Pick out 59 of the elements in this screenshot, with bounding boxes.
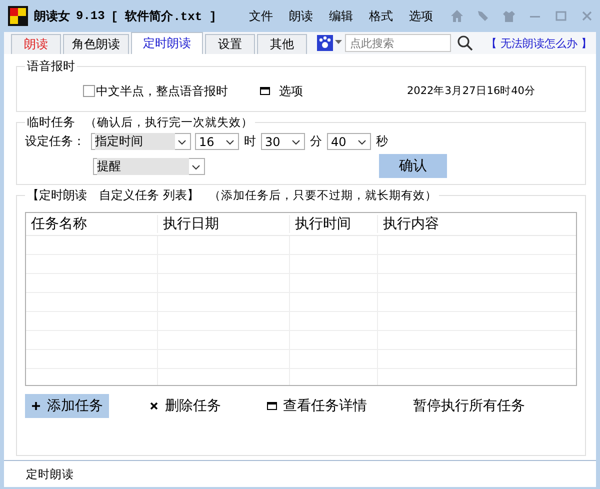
menu-item[interactable]: 朗读: [289, 8, 313, 24]
date-time: 2022年3月27日16时40分: [407, 84, 536, 98]
chevron-down-icon: [178, 140, 186, 145]
column-header[interactable]: 任务名称: [26, 215, 158, 233]
action-select[interactable]: 提醒: [93, 158, 205, 174]
group-title: 语音报时: [26, 58, 76, 75]
task-label: 设定任务：: [25, 133, 85, 150]
app-version: 9.13: [76, 9, 105, 23]
maximize-icon[interactable]: [554, 9, 568, 23]
help-link[interactable]: 【 无法朗读怎么办 】: [486, 36, 592, 50]
paw-dropdown-icon[interactable]: [317, 34, 343, 52]
unit-label: 分: [310, 133, 322, 150]
app-logo-icon: [8, 6, 28, 26]
menu-item[interactable]: 格式: [369, 8, 393, 24]
home-icon[interactable]: [450, 9, 464, 23]
tab[interactable]: 角色朗读: [63, 34, 129, 54]
confirm-button[interactable]: 确认: [379, 154, 447, 178]
search-field[interactable]: 点此搜索: [345, 34, 451, 52]
unit-label: 时: [244, 133, 256, 150]
group-note: （确认后，执行完一次就失效）: [85, 115, 253, 129]
task-button[interactable]: 查看任务详情: [261, 394, 373, 418]
second-select[interactable]: 40: [327, 133, 371, 150]
minute-select[interactable]: 30: [261, 133, 305, 150]
cross-icon: [149, 401, 159, 411]
task-button[interactable]: 暂停执行所有任务: [407, 394, 531, 418]
close-icon[interactable]: [580, 9, 594, 23]
search-icon[interactable]: [457, 35, 473, 51]
menu-item[interactable]: 编辑: [329, 8, 353, 24]
hour-select[interactable]: 16: [195, 133, 239, 150]
window-icon: [267, 401, 277, 411]
task-button[interactable]: 删除任务: [143, 394, 227, 418]
group-note: （添加任务后，只要不过期，就长期有效）: [208, 188, 437, 202]
checkbox[interactable]: 中文半点，整点语音报时: [83, 82, 228, 100]
column-header[interactable]: 执行时间: [290, 215, 378, 233]
window-icon: [260, 87, 270, 95]
app-name: 朗读女: [34, 8, 70, 24]
options-button[interactable]: 选项: [279, 82, 303, 100]
chevron-down-icon: [358, 140, 366, 145]
plus-icon: [31, 401, 41, 411]
unit-label: 秒: [376, 133, 388, 150]
column-header[interactable]: 执行日期: [158, 215, 290, 233]
task-button[interactable]: 添加任务: [25, 394, 109, 418]
status-text: 定时朗读: [26, 466, 74, 482]
menu-item[interactable]: 选项: [409, 8, 433, 24]
group-title: 【定时朗读 自定义任务 列表】: [27, 188, 199, 202]
tab[interactable]: 定时朗读: [131, 32, 203, 54]
column-header[interactable]: 执行内容: [378, 215, 576, 233]
tab[interactable]: 其他: [257, 34, 307, 54]
mode-select[interactable]: 指定时间: [91, 133, 191, 150]
tab[interactable]: 朗读: [11, 34, 61, 54]
tab[interactable]: 设置: [205, 34, 255, 54]
chevron-down-icon: [226, 140, 234, 145]
chevron-down-icon: [192, 164, 200, 170]
shirt-icon[interactable]: [502, 9, 516, 23]
pin-icon[interactable]: [476, 9, 490, 23]
group-title: 临时任务: [27, 115, 75, 129]
file-name: [ 软件简介.txt ]: [110, 8, 216, 24]
menu-item[interactable]: 文件: [249, 8, 273, 24]
chevron-down-icon: [292, 140, 300, 145]
